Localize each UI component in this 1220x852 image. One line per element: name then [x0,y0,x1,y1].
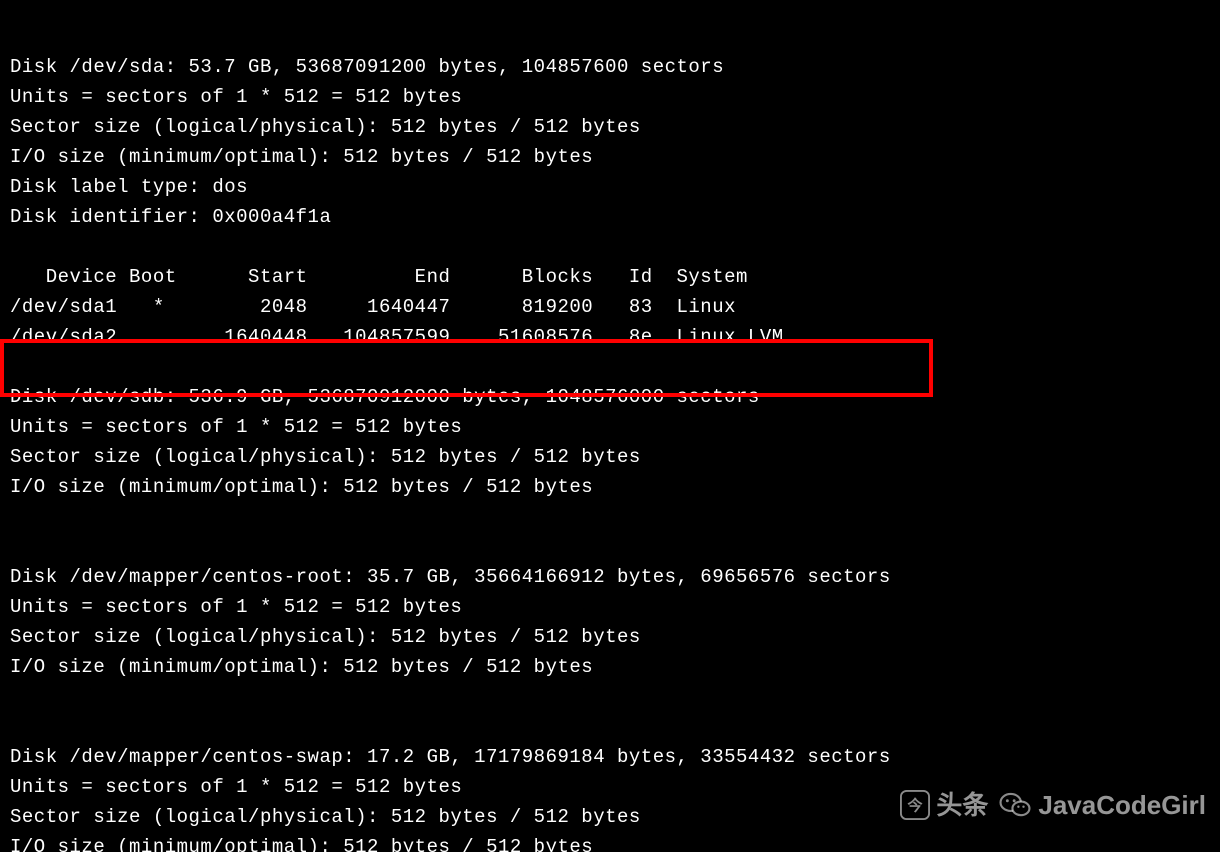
partition-row-sda2: /dev/sda2 1640448 104857599 51608576 8e … [10,326,784,348]
disk-sdb-units: Units = sectors of 1 * 512 = 512 bytes [10,416,462,438]
disk-centos-root-io-size: I/O size (minimum/optimal): 512 bytes / … [10,656,593,678]
disk-sda-sector-size: Sector size (logical/physical): 512 byte… [10,116,641,138]
disk-centos-root-units: Units = sectors of 1 * 512 = 512 bytes [10,596,462,618]
disk-sdb-header: Disk /dev/sdb: 536.9 GB, 536870912000 by… [10,386,760,408]
disk-centos-root-header: Disk /dev/mapper/centos-root: 35.7 GB, 3… [10,566,891,588]
disk-centos-swap-sector-size: Sector size (logical/physical): 512 byte… [10,806,641,828]
disk-centos-root-sector-size: Sector size (logical/physical): 512 byte… [10,626,641,648]
disk-centos-swap-io-size: I/O size (minimum/optimal): 512 bytes / … [10,836,593,852]
partition-row-sda1: /dev/sda1 * 2048 1640447 819200 83 Linux [10,296,736,318]
disk-sda-header: Disk /dev/sda: 53.7 GB, 53687091200 byte… [10,56,724,78]
disk-sda-io-size: I/O size (minimum/optimal): 512 bytes / … [10,146,593,168]
disk-centos-swap-header: Disk /dev/mapper/centos-swap: 17.2 GB, 1… [10,746,891,768]
disk-centos-swap-units: Units = sectors of 1 * 512 = 512 bytes [10,776,462,798]
disk-sdb-io-size: I/O size (minimum/optimal): 512 bytes / … [10,476,593,498]
disk-sda-identifier: Disk identifier: 0x000a4f1a [10,206,331,228]
terminal-output: Disk /dev/sda: 53.7 GB, 53687091200 byte… [0,0,1220,852]
disk-sdb-sector-size: Sector size (logical/physical): 512 byte… [10,446,641,468]
disk-sda-units: Units = sectors of 1 * 512 = 512 bytes [10,86,462,108]
disk-sda-label-type: Disk label type: dos [10,176,248,198]
partition-table-header: Device Boot Start End Blocks Id System [10,266,748,288]
